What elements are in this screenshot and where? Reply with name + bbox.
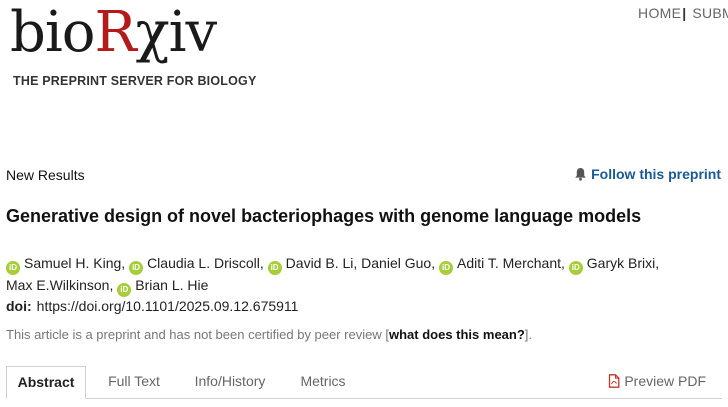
orcid-icon[interactable]: iD — [6, 261, 20, 275]
nav-submit-link[interactable]: SUBM — [692, 5, 728, 21]
author-name[interactable]: Claudia L. Driscoll — [147, 255, 260, 271]
what-does-this-mean-link[interactable]: what does this mean? — [389, 327, 525, 342]
author-item[interactable]: iD Samuel H. King, — [6, 255, 129, 275]
author-name[interactable]: Samuel H. King — [24, 255, 121, 271]
doi-label: doi: — [6, 298, 32, 314]
top-nav: HOME| SUBM — [638, 5, 728, 21]
author-name[interactable]: Aditi T. Merchant — [457, 255, 561, 271]
author-item[interactable]: iD David B. Li, — [267, 255, 361, 275]
preview-pdf-link[interactable]: Preview PDF — [608, 373, 706, 389]
author-name[interactable]: Garyk Brixi — [587, 255, 655, 271]
logo-tagline: THE PREPRINT SERVER FOR BIOLOGY — [13, 74, 257, 88]
nav-home-link[interactable]: HOME — [638, 5, 681, 21]
author-item[interactable]: iD Claudia L. Driscoll, — [129, 255, 268, 275]
biorxiv-logo[interactable]: bioRχiv THE PREPRINT SERVER FOR BIOLOGY — [10, 0, 260, 90]
bell-icon — [575, 168, 586, 181]
nav-separator: | — [682, 5, 687, 21]
orcid-icon[interactable]: iD — [117, 283, 132, 297]
pdf-file-icon — [609, 374, 620, 388]
tab-info-history[interactable]: Info/History — [184, 366, 276, 397]
tab-abstract[interactable]: Abstract — [6, 366, 86, 399]
author-name[interactable]: Daniel Guo — [361, 255, 431, 271]
orcid-icon[interactable]: iD — [568, 261, 583, 275]
author-list: iD Samuel H. King, iD Claudia L. Driscoll,… — [6, 253, 722, 297]
orcid-icon[interactable]: iD — [129, 261, 144, 275]
doi-line: doi: https://doi.org/10.1101/2025.09.12.6… — [6, 298, 298, 314]
author-item[interactable]: iD Aditi T. Merchant, — [438, 255, 569, 275]
tab-metrics[interactable]: Metrics — [290, 366, 356, 397]
doi-link[interactable]: https://doi.org/10.1101/2025.09.12.67591… — [37, 298, 299, 314]
author-item[interactable]: iD Brian L. Hie — [117, 277, 208, 297]
tab-full-text[interactable]: Full Text — [96, 366, 172, 397]
author-name[interactable]: David B. Li — [286, 255, 354, 271]
author-item[interactable]: iD Garyk Brixi, — [568, 255, 659, 275]
follow-preprint-button[interactable]: Follow this preprint — [574, 166, 721, 182]
author-name[interactable]: Max E.Wilkinson — [6, 277, 109, 293]
article-title: Generative design of novel bacteriophage… — [6, 206, 642, 226]
logo-wordmark: bioRχiv — [10, 0, 217, 65]
peer-review-notice: This article is a preprint and has not b… — [6, 327, 532, 342]
author-name[interactable]: Brian L. Hie — [135, 277, 208, 293]
article-type-label: New Results — [6, 167, 85, 183]
notice-text: This article is a preprint and has not b… — [6, 327, 389, 342]
notice-suffix: ]. — [524, 327, 533, 342]
author-item[interactable]: Daniel Guo, — [361, 255, 439, 271]
author-item[interactable]: Max E.Wilkinson, — [6, 277, 117, 293]
orcid-icon[interactable]: iD — [438, 261, 453, 275]
follow-label: Follow this preprint — [591, 166, 721, 182]
orcid-icon[interactable]: iD — [267, 261, 282, 275]
preview-pdf-label: Preview PDF — [624, 373, 706, 389]
